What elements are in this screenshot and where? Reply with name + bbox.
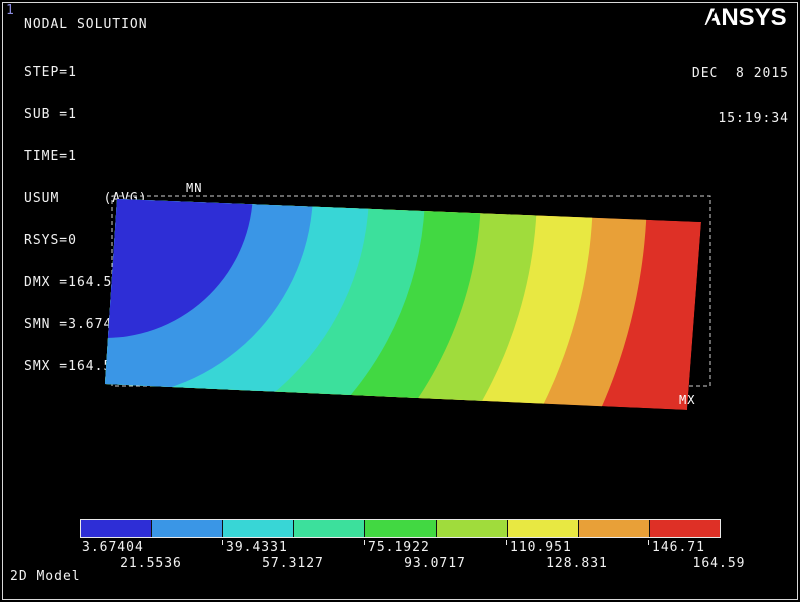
legend-swatch-3 [223, 520, 295, 537]
legend-value-2: 21.5536 [120, 556, 182, 571]
legend-value-7: 110.951 [510, 540, 572, 555]
legend-tick [648, 540, 649, 545]
legend-value-3: 39.4331 [226, 540, 288, 555]
legend-tick [506, 540, 507, 545]
legend-value-9: 146.71 [652, 540, 705, 555]
ansys-graphics-window: 1 NODAL SOLUTION STEP=1 SUB =1 TIME=1 US… [0, 0, 800, 602]
legend-swatch-1 [81, 520, 153, 537]
legend-swatch-6 [436, 520, 508, 537]
max-marker: MX [679, 393, 696, 407]
model-label: 2D Model [10, 569, 81, 584]
legend-swatch-4 [294, 520, 366, 537]
legend-swatch-5 [365, 520, 437, 537]
legend-value-5: 75.1922 [368, 540, 430, 555]
legend-swatch-2 [152, 520, 224, 537]
legend-tick [364, 540, 365, 545]
legend-value-6: 93.0717 [404, 556, 466, 571]
legend-swatch-7 [507, 520, 579, 537]
deformed-model [105, 199, 701, 410]
legend-value-4: 57.3127 [262, 556, 324, 571]
legend-value-8: 128.831 [546, 556, 608, 571]
legend-swatch-8 [578, 520, 650, 537]
legend-value-10: 164.59 [692, 556, 746, 571]
legend-value-1: 3.67404 [82, 540, 144, 555]
min-marker: MN [186, 181, 203, 195]
legend-swatch-9 [649, 520, 720, 537]
legend-bar [80, 519, 721, 538]
legend-tick [222, 540, 223, 545]
contour-plot[interactable] [0, 0, 800, 602]
